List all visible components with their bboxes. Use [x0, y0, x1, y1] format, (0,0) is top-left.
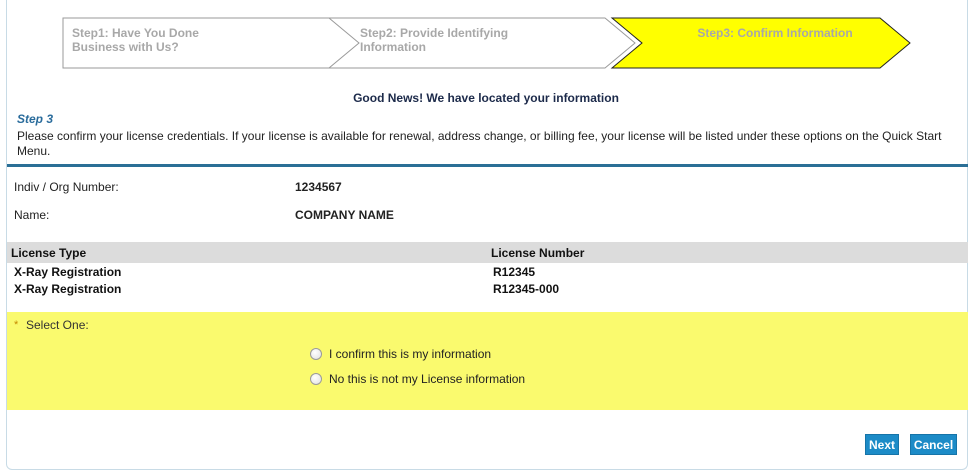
step2-label-line1: Step2: Provide Identifying: [360, 26, 509, 40]
not-mine-radio[interactable]: [310, 373, 322, 385]
next-button[interactable]: Next: [865, 434, 899, 455]
step2-label-line2: Information: [360, 40, 426, 54]
license-table-header: License Type License Number: [7, 242, 968, 263]
table-row: X-Ray Registration R12345: [7, 265, 968, 282]
header-license-number: License Number: [491, 246, 585, 260]
step1-label-line1: Step1: Have You Done: [72, 26, 199, 40]
cancel-button[interactable]: Cancel: [910, 434, 957, 455]
header-license-type: License Type: [11, 246, 87, 260]
license-type-cell: X-Ray Registration: [14, 282, 122, 296]
step1-label: Step1: Have You Done Business with Us?: [72, 26, 322, 54]
step-title: Step 3: [17, 112, 54, 126]
confirm-option[interactable]: I confirm this is my information: [310, 346, 491, 362]
name-label: Name:: [14, 208, 50, 222]
org-number-label: Indiv / Org Number:: [14, 180, 119, 194]
step2-label: Step2: Provide Identifying Information: [360, 26, 580, 54]
license-number-cell: R12345: [493, 265, 536, 279]
step1-label-line2: Business with Us?: [72, 40, 179, 54]
step3-label: Step3: Confirm Information: [640, 26, 910, 40]
select-one-label: Select One:: [26, 318, 89, 332]
step3-label-line1: Step3: Confirm Information: [697, 26, 853, 40]
not-mine-option-label[interactable]: No this is not my License information: [329, 372, 525, 386]
license-number-cell: R12345-000: [493, 282, 560, 296]
required-star: *: [14, 319, 19, 331]
license-type-cell: X-Ray Registration: [14, 265, 122, 279]
step-description: Please confirm your license credentials.…: [17, 129, 942, 158]
name-value: COMPANY NAME: [295, 208, 394, 222]
org-number-value: 1234567: [295, 180, 342, 194]
not-mine-option[interactable]: No this is not my License information: [310, 371, 525, 387]
confirm-radio[interactable]: [310, 348, 322, 360]
good-news-heading: Good News! We have located your informat…: [353, 91, 619, 105]
step-progress: Step1: Have You Done Business with Us? S…: [0, 0, 972, 72]
confirm-option-label[interactable]: I confirm this is my information: [329, 347, 491, 361]
section-divider: [7, 164, 968, 167]
table-row: X-Ray Registration R12345-000: [7, 282, 968, 299]
select-panel: * Select One: I confirm this is my infor…: [7, 312, 968, 410]
